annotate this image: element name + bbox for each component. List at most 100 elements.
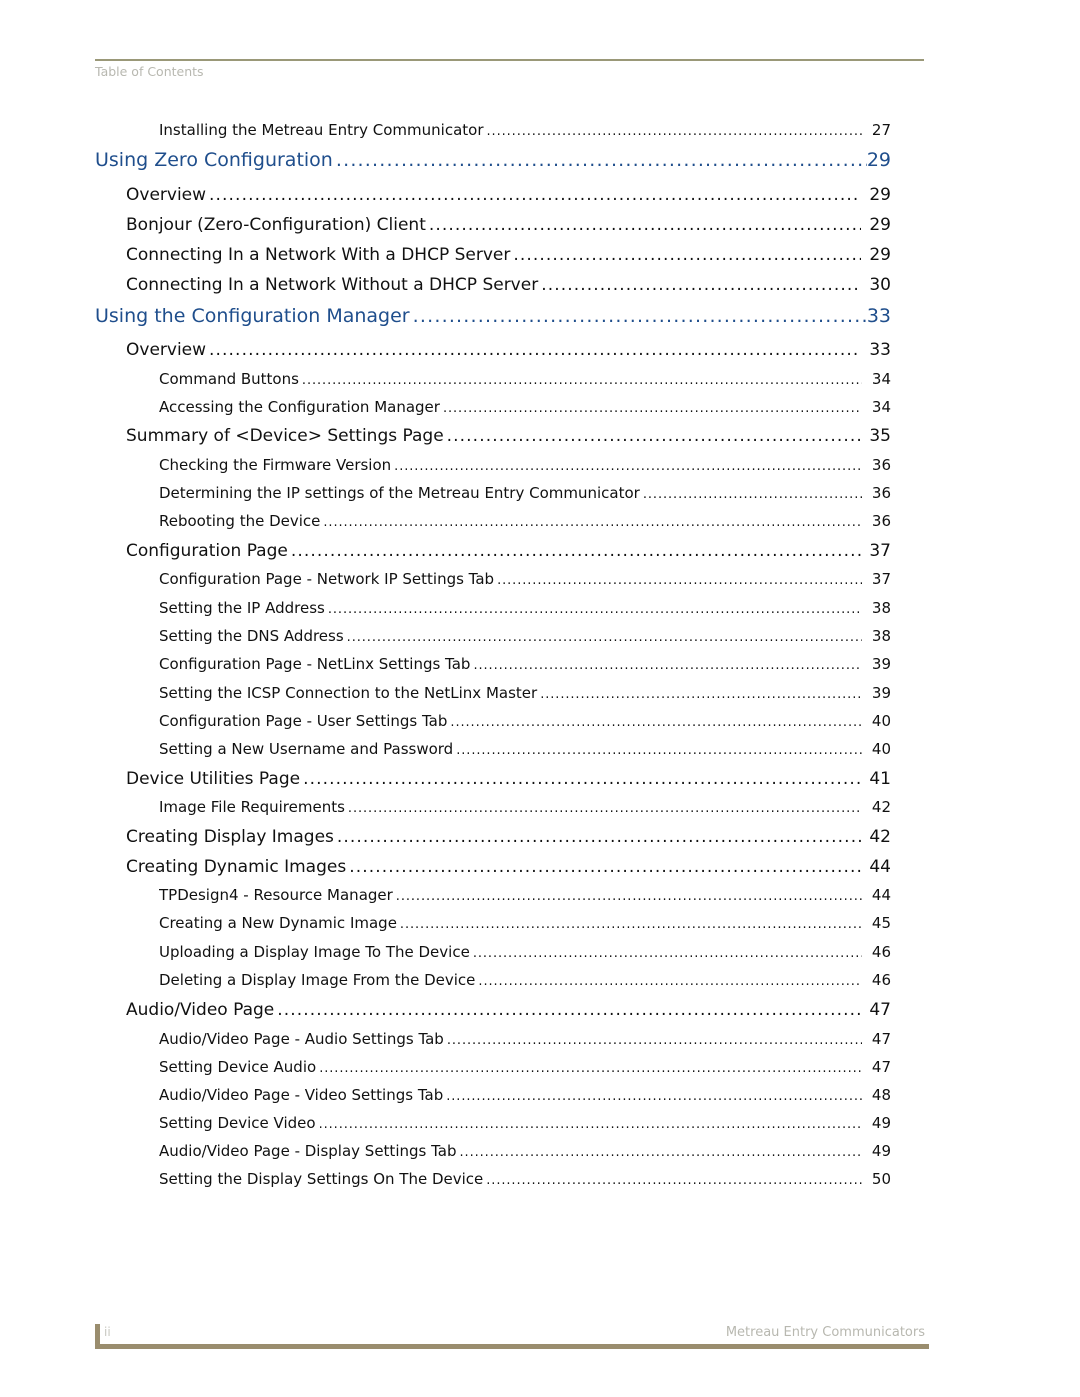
dot-leader — [302, 373, 862, 388]
dot-leader — [446, 1089, 862, 1104]
toc-entry-title: Summary of <Device> Settings Page — [126, 426, 444, 446]
toc-section-entry[interactable]: Bonjour (Zero-Configuration) Client 29 — [126, 215, 891, 235]
dot-leader — [209, 340, 861, 360]
toc-entry-title: Connecting In a Network With a DHCP Serv… — [126, 245, 511, 265]
dot-leader — [349, 857, 861, 877]
toc-entry-title: Rebooting the Device — [159, 512, 321, 530]
dot-leader — [460, 1145, 862, 1160]
toc-entry-page-number: 49 — [871, 1142, 891, 1160]
header-rule — [95, 59, 924, 61]
dot-leader — [429, 215, 861, 235]
toc-subsection-entry[interactable]: Setting Device Video 49 — [159, 1114, 891, 1132]
toc-entry-title: Setting a New Username and Password — [159, 740, 454, 758]
toc-subsection-entry[interactable]: Command Buttons 34 — [159, 370, 891, 388]
dot-leader — [291, 541, 861, 561]
toc-subsection-entry[interactable]: Setting the Display Settings On The Devi… — [159, 1170, 891, 1188]
toc-entry-page-number: 38 — [871, 627, 891, 645]
toc-entry-page-number: 46 — [871, 971, 891, 989]
toc-entry-page-number: 37 — [871, 570, 891, 588]
toc-subsection-entry[interactable]: Setting the ICSP Connection to the NetLi… — [159, 684, 891, 702]
toc-section-entry[interactable]: Connecting In a Network Without a DHCP S… — [126, 275, 891, 295]
toc-section-entry[interactable]: Connecting In a Network With a DHCP Serv… — [126, 245, 891, 265]
dot-leader — [447, 426, 861, 446]
toc-entry-title: Setting the DNS Address — [159, 627, 344, 645]
toc-entry-title: Setting the ICSP Connection to the NetLi… — [159, 684, 538, 702]
dot-leader — [540, 687, 862, 702]
toc-entry-title: Creating Display Images — [126, 827, 334, 847]
dot-leader — [337, 827, 861, 847]
toc-entry-title: Configuration Page - NetLinx Settings Ta… — [159, 655, 471, 673]
toc-subsection-entry[interactable]: Checking the Firmware Version 36 — [159, 456, 891, 474]
toc-subsection-entry[interactable]: Rebooting the Device 36 — [159, 512, 891, 530]
toc-entry-title: Image File Requirements — [159, 798, 345, 816]
toc-subsection-entry[interactable]: Audio/Video Page - Video Settings Tab 48 — [159, 1086, 891, 1104]
toc-entry-title: Device Utilities Page — [126, 769, 301, 789]
toc-entry-page-number: 46 — [871, 943, 891, 961]
toc-entry-title: Uploading a Display Image To The Device — [159, 943, 470, 961]
toc-entry-page-number: 44 — [869, 857, 891, 877]
toc-entry-page-number: 48 — [871, 1086, 891, 1104]
dot-leader — [209, 185, 861, 205]
toc-entry-page-number: 41 — [869, 769, 891, 789]
toc-section-entry[interactable]: Device Utilities Page 41 — [126, 769, 891, 789]
dot-leader — [336, 149, 867, 171]
footer-document-title: Metreau Entry Communicators — [725, 1325, 925, 1340]
toc-subsection-entry[interactable]: Setting the DNS Address 38 — [159, 627, 891, 645]
toc-entry-title: Configuration Page - Network IP Settings… — [159, 570, 495, 588]
toc-subsection-entry[interactable]: Setting the IP Address 38 — [159, 599, 891, 617]
toc-subsection-entry[interactable]: Audio/Video Page - Display Settings Tab 4… — [159, 1142, 891, 1160]
toc-section-entry[interactable]: Overview 33 — [126, 340, 891, 360]
toc-section-entry[interactable]: Summary of <Device> Settings Page 35 — [126, 426, 891, 446]
toc-section-entry[interactable]: Overview 29 — [126, 185, 891, 205]
toc-entry-title: Installing the Metreau Entry Communicato… — [159, 121, 484, 139]
toc-entry-title: Deleting a Display Image From the Device — [159, 971, 476, 989]
toc-entry-page-number: 39 — [871, 684, 891, 702]
toc-entry-page-number: 44 — [871, 886, 891, 904]
toc-entry-page-number: 37 — [869, 541, 891, 561]
dot-leader — [347, 630, 862, 645]
toc-section-entry[interactable]: Creating Display Images 42 — [126, 827, 891, 847]
toc-subsection-entry[interactable]: Uploading a Display Image To The Device 4… — [159, 943, 891, 961]
toc-subsection-entry[interactable]: Configuration Page - User Settings Tab 40 — [159, 712, 891, 730]
dot-leader — [473, 658, 861, 673]
dot-leader — [486, 1173, 862, 1188]
toc-entry-title: Creating a New Dynamic Image — [159, 914, 397, 932]
dot-leader — [450, 715, 862, 730]
toc-chapter-entry[interactable]: Using Zero Configuration 29 — [95, 149, 891, 171]
toc-entry-title: Overview — [126, 340, 207, 360]
toc-entry-page-number: 29 — [869, 185, 891, 205]
toc-section-entry[interactable]: Configuration Page 37 — [126, 541, 891, 561]
footer-bar-horizontal — [95, 1344, 929, 1349]
toc-entry-title: Checking the Firmware Version — [159, 456, 392, 474]
toc-entry-page-number: 34 — [871, 370, 891, 388]
toc-entry-page-number: 50 — [871, 1170, 891, 1188]
toc-subsection-entry[interactable]: Creating a New Dynamic Image 45 — [159, 914, 891, 932]
toc-subsection-entry[interactable]: Setting Device Audio 47 — [159, 1058, 891, 1076]
dot-leader — [396, 889, 862, 904]
dot-leader — [277, 1000, 861, 1020]
toc-entry-page-number: 29 — [869, 215, 891, 235]
toc-entry-title: Bonjour (Zero-Configuration) Client — [126, 215, 426, 235]
toc-subsection-entry[interactable]: Audio/Video Page - Audio Settings Tab 47 — [159, 1030, 891, 1048]
toc-entry-page-number: 49 — [871, 1114, 891, 1132]
toc-subsection-entry[interactable]: Setting a New Username and Password 40 — [159, 740, 891, 758]
toc-entry-page-number: 38 — [871, 599, 891, 617]
toc-entry-page-number: 30 — [869, 275, 891, 295]
toc-subsection-entry[interactable]: TPDesign4 - Resource Manager 44 — [159, 886, 891, 904]
toc-subsection-entry[interactable]: Accessing the Configuration Manager 34 — [159, 398, 891, 416]
toc-section-entry[interactable]: Audio/Video Page 47 — [126, 1000, 891, 1020]
toc-subsection-entry[interactable]: Image File Requirements 42 — [159, 798, 891, 816]
toc-subsection-entry[interactable]: Configuration Page - NetLinx Settings Ta… — [159, 655, 891, 673]
toc-subsection-entry[interactable]: Configuration Page - Network IP Settings… — [159, 570, 891, 588]
dot-leader — [319, 1117, 862, 1132]
dot-leader — [319, 1061, 862, 1076]
toc-subsection-entry[interactable]: Deleting a Display Image From the Device… — [159, 971, 891, 989]
toc-subsection-entry[interactable]: Determining the IP settings of the Metre… — [159, 484, 891, 502]
toc-entry-page-number: 36 — [871, 484, 891, 502]
toc-subsection-entry[interactable]: Installing the Metreau Entry Communicato… — [159, 121, 891, 139]
running-head: Table of Contents — [95, 64, 204, 79]
toc-entry-page-number: 39 — [871, 655, 891, 673]
toc-chapter-entry[interactable]: Using the Configuration Manager 33 — [95, 305, 891, 327]
toc-section-entry[interactable]: Creating Dynamic Images 44 — [126, 857, 891, 877]
dot-leader — [443, 401, 862, 416]
